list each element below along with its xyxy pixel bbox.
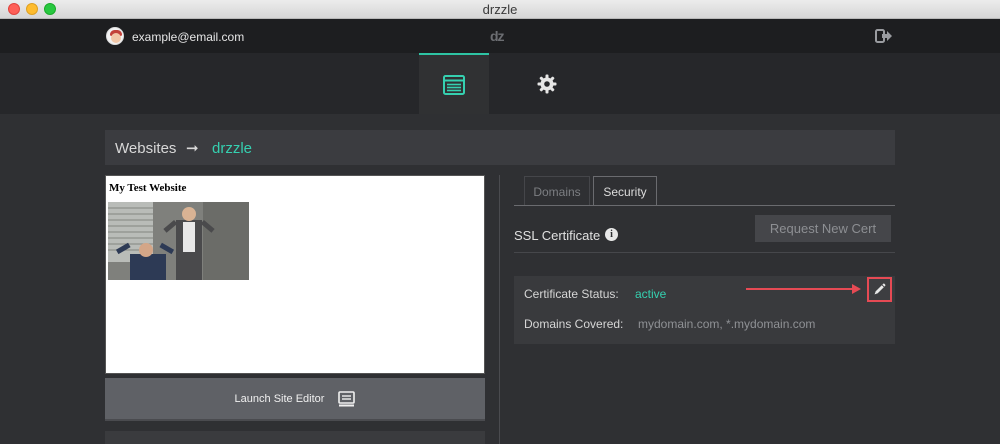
breadcrumb-arrow-icon: ➞ [186, 140, 199, 157]
launch-site-editor-button[interactable]: Launch Site Editor [105, 378, 485, 421]
user-email: example@email.com [132, 30, 245, 44]
tab-divider [514, 205, 895, 206]
avatar[interactable] [106, 27, 124, 45]
tab-domains[interactable]: Domains [524, 176, 590, 206]
request-new-cert-button[interactable]: Request New Cert [755, 215, 891, 242]
info-icon[interactable]: i [605, 228, 618, 241]
preview-site-title: My Test Website [109, 182, 187, 194]
pencil-icon [874, 283, 886, 295]
certificate-status-value: active [635, 287, 667, 301]
preview-image [108, 202, 249, 280]
editor-icon [338, 390, 356, 406]
gear-icon [537, 74, 557, 93]
edit-certificate-button[interactable] [867, 277, 892, 302]
certificate-status-label: Certificate Status: [524, 287, 619, 301]
tab-security[interactable]: Security [593, 176, 657, 206]
column-divider [499, 175, 500, 444]
breadcrumb: Websites ➞ drzzle [105, 130, 895, 165]
breadcrumb-websites-link[interactable]: Websites [115, 140, 176, 157]
site-preview[interactable]: My Test Website [105, 175, 485, 374]
annotation-arrow-head [852, 284, 861, 294]
account-header: example@email.com dz [0, 19, 1000, 53]
window-title: drzzle [482, 2, 518, 17]
domains-covered-label: Domains Covered: [524, 317, 624, 331]
breadcrumb-current: drzzle [212, 140, 253, 157]
certificate-card: Certificate Status: active Domains Cover… [514, 276, 895, 344]
annotation-arrow [746, 288, 854, 290]
domains-covered-value: mydomain.com, *.mydomain.com [638, 317, 816, 331]
ssl-certificate-label: SSL Certificate [514, 228, 601, 243]
tab-websites[interactable] [419, 53, 489, 114]
website-icon [443, 74, 465, 95]
main-nav [0, 53, 1000, 114]
logout-icon[interactable] [875, 29, 893, 43]
launch-label: Launch Site Editor [234, 392, 325, 405]
secondary-panel [105, 431, 485, 444]
tab-settings[interactable] [512, 53, 582, 114]
brand-logo: dz [490, 28, 505, 44]
section-divider [514, 252, 895, 253]
window-titlebar: drzzle [0, 0, 1000, 19]
